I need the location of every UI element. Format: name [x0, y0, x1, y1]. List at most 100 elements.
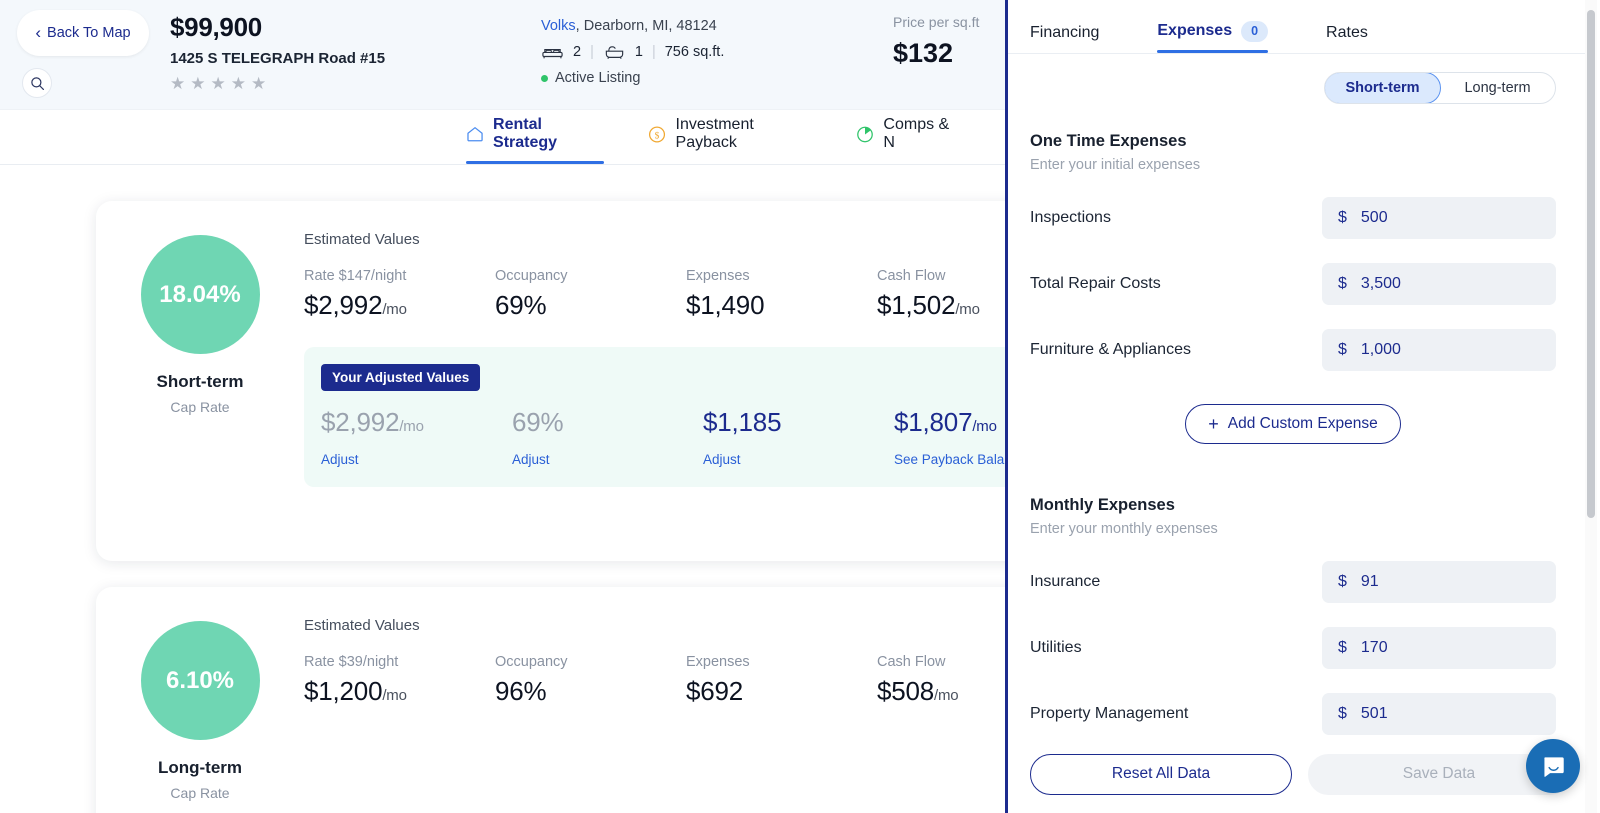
adjusted-rate: $2,992/mo Adjust	[321, 407, 512, 467]
tab-investment-payback[interactable]: $ Investment Payback	[648, 116, 830, 164]
panel-tab-financing[interactable]: Financing	[1030, 24, 1099, 53]
tab-comps-and-neighborhood[interactable]: Comps & N	[856, 116, 979, 164]
svg-text:$: $	[655, 130, 660, 141]
metric-value: 69%	[495, 290, 686, 321]
chat-bubble-icon	[1540, 753, 1567, 780]
main-content-area: ‹ Back To Map $99,900 1425 S TELEGRAPH R…	[0, 0, 1005, 813]
metric-label: Expenses	[686, 654, 877, 670]
currency-symbol: $	[1338, 275, 1347, 293]
section-subtitle: Enter your initial expenses	[1030, 157, 1556, 173]
metric-amount: $1,200	[304, 676, 382, 706]
back-to-map-button[interactable]: ‹ Back To Map	[17, 10, 149, 56]
panel-scrollbar-thumb[interactable]	[1587, 10, 1595, 518]
metric-cash-flow: Cash Flow $1,502/mo	[877, 268, 1005, 321]
rating-stars[interactable]: ★ ★ ★ ★ ★	[170, 75, 385, 92]
input-value: 1,000	[1361, 341, 1401, 359]
metric-label: Occupancy	[495, 268, 686, 284]
metric-value: $1,200/mo	[304, 676, 495, 707]
bed-icon	[541, 44, 564, 60]
price-per-sqft-value: $132	[893, 38, 979, 69]
metric-expenses: Expenses $1,490	[686, 268, 877, 321]
insurance-input[interactable]: $ 91	[1322, 561, 1556, 603]
reset-all-data-button[interactable]: Reset All Data	[1030, 754, 1292, 795]
metric-label: Cash Flow	[877, 654, 1005, 670]
input-value: 91	[1361, 573, 1379, 591]
input-value: 170	[1361, 639, 1388, 657]
strategy-cards-container: 18.04% Short-term Cap Rate Estimated Val…	[0, 165, 1005, 813]
one-time-expenses-section: One Time Expenses Enter your initial exp…	[1008, 132, 1588, 444]
chat-widget-button[interactable]	[1526, 739, 1580, 793]
values-column: Estimated Values Rate $39/night $1,200/m…	[304, 617, 1005, 801]
cap-rate-badge: 18.04%	[141, 235, 260, 354]
expense-label: Property Management	[1030, 705, 1188, 723]
status-dot-icon	[541, 75, 548, 82]
panel-tab-label: Financing	[1030, 24, 1099, 42]
panel-tab-expenses[interactable]: Expenses 0	[1157, 21, 1268, 54]
section-subtitle: Enter your monthly expenses	[1030, 521, 1556, 537]
divider: |	[590, 44, 594, 60]
metric-amount: 96%	[495, 676, 546, 706]
star-icon[interactable]: ★	[251, 75, 266, 92]
inspections-input[interactable]: $ 500	[1322, 197, 1556, 239]
see-payback-balance-link[interactable]: See Payback Balance	[894, 452, 1005, 467]
cap-rate-sublabel: Cap Rate	[170, 785, 229, 801]
tab-label: Rental Strategy	[493, 116, 604, 152]
property-management-input[interactable]: $ 501	[1322, 693, 1556, 735]
pie-chart-icon	[856, 125, 874, 144]
estimated-metrics-row: Rate $147/night $2,992/mo Occupancy 69% …	[304, 268, 1005, 321]
toggle-long-term[interactable]: Long-term	[1440, 73, 1555, 103]
currency-symbol: $	[1338, 639, 1347, 657]
adjust-expenses-link[interactable]: Adjust	[703, 452, 894, 467]
cap-rate-term: Short-term	[157, 372, 244, 392]
expense-label: Total Repair Costs	[1030, 275, 1161, 293]
square-footage: 756 sq.ft.	[665, 44, 725, 60]
tab-label: Investment Payback	[676, 116, 813, 152]
search-icon	[30, 76, 45, 91]
add-custom-expense-button[interactable]: + Add Custom Expense	[1185, 404, 1400, 444]
metric-unit: /mo	[382, 687, 406, 704]
neighborhood-link[interactable]: Volks	[541, 18, 576, 34]
chevron-left-icon: ‹	[35, 24, 41, 41]
adjust-rate-link[interactable]: Adjust	[321, 452, 512, 467]
star-icon[interactable]: ★	[231, 75, 246, 92]
utilities-input[interactable]: $ 170	[1322, 627, 1556, 669]
total-repair-costs-input[interactable]: $ 3,500	[1322, 263, 1556, 305]
panel-tab-label: Expenses	[1157, 22, 1232, 40]
metric-occupancy: Occupancy 96%	[495, 654, 686, 707]
location-rest: , Dearborn, MI, 48124	[576, 18, 717, 34]
adjust-occupancy-link[interactable]: Adjust	[512, 452, 703, 467]
panel-tab-rates[interactable]: Rates	[1326, 24, 1368, 53]
star-icon[interactable]: ★	[190, 75, 205, 92]
section-title: One Time Expenses	[1030, 132, 1556, 151]
dollar-circle-icon: $	[648, 125, 666, 144]
search-button[interactable]	[22, 68, 52, 98]
input-value: 501	[1361, 705, 1388, 723]
star-icon[interactable]: ★	[170, 75, 185, 92]
metric-expenses: Expenses $692	[686, 654, 877, 707]
tab-rental-strategy[interactable]: Rental Strategy	[466, 116, 622, 164]
add-custom-expense-label: Add Custom Expense	[1228, 415, 1378, 433]
metric-unit: /mo	[934, 687, 958, 704]
listing-status: Active Listing	[541, 70, 724, 86]
strategy-tab-bar: Rental Strategy $ Investment Payback Com…	[0, 110, 1005, 165]
metric-unit: /mo	[955, 301, 979, 318]
price-per-sqft-label: Price per sq.ft	[893, 14, 979, 30]
adjusted-value: 69%	[512, 407, 703, 438]
furniture-appliances-input[interactable]: $ 1,000	[1322, 329, 1556, 371]
metric-amount: $2,992	[304, 290, 382, 320]
expense-row-utilities: Utilities $ 170	[1030, 627, 1556, 669]
currency-symbol: $	[1338, 341, 1347, 359]
adjusted-expenses: $1,185 Adjust	[703, 407, 894, 467]
metric-value: $1,502/mo	[877, 290, 1005, 321]
section-title: Monthly Expenses	[1030, 496, 1556, 515]
values-column: Estimated Values Rate $147/night $2,992/…	[304, 231, 1005, 487]
metric-value: $2,992/mo	[304, 290, 495, 321]
expense-label: Utilities	[1030, 639, 1082, 657]
star-icon[interactable]: ★	[211, 75, 226, 92]
price-block: $99,900 1425 S TELEGRAPH Road #15 ★ ★ ★ …	[170, 12, 385, 92]
adjusted-occupancy: 69% Adjust	[512, 407, 703, 467]
adjusted-value: $1,185	[703, 407, 894, 438]
cap-rate-column: 6.10% Long-term Cap Rate	[96, 617, 304, 801]
property-header: ‹ Back To Map $99,900 1425 S TELEGRAPH R…	[0, 0, 1005, 110]
toggle-short-term[interactable]: Short-term	[1324, 72, 1441, 104]
